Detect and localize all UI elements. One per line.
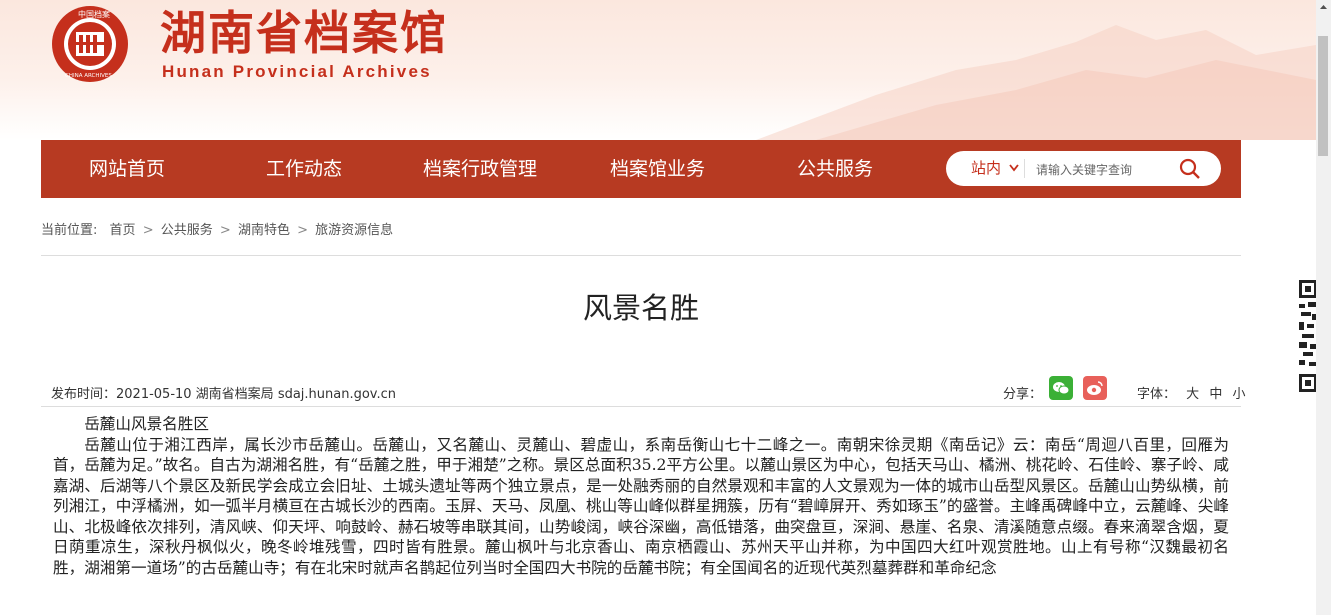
breadcrumb-separator: > xyxy=(297,223,308,238)
wechat-icon[interactable] xyxy=(1049,376,1073,400)
breadcrumb-hunan-features[interactable]: 湖南特色 xyxy=(238,223,290,238)
breadcrumb-home[interactable]: 首页 xyxy=(110,223,136,238)
font-size-large[interactable]: 大 xyxy=(1186,387,1199,402)
chevron-down-icon xyxy=(1009,164,1019,172)
font-size-small[interactable]: 小 xyxy=(1232,387,1245,402)
site-subtitle: Hunan Provincial Archives xyxy=(162,62,432,81)
nav-item-archive-admin[interactable]: 档案行政管理 xyxy=(423,140,537,198)
archives-logo[interactable]: 中国档案 CHINA ARCHIVES xyxy=(51,5,129,83)
font-size-label: 字体： xyxy=(1137,387,1177,402)
share-label: 分享： xyxy=(1003,387,1043,402)
breadcrumb-separator: > xyxy=(219,223,231,238)
site-title: 湖南省档案馆 xyxy=(160,6,448,60)
article-meta: 发布时间：2021-05-10 湖南省档案局 sdaj.hunan.gov.cn xyxy=(51,387,397,402)
divider xyxy=(41,255,1241,256)
search-divider xyxy=(1024,159,1025,178)
search-box: 站内 xyxy=(946,151,1221,186)
nav-item-work-news[interactable]: 工作动态 xyxy=(266,140,342,198)
nav-item-home[interactable]: 网站首页 xyxy=(89,140,165,198)
breadcrumb-prefix: 当前位置: xyxy=(41,223,98,238)
breadcrumb-tourism-info[interactable]: 旅游资源信息 xyxy=(315,223,393,238)
font-size-medium[interactable]: 中 xyxy=(1209,387,1222,402)
logo-ring-text: 中国档案 xyxy=(78,9,110,19)
qr-code-icon[interactable] xyxy=(1299,280,1317,392)
main-nav: 网站首页 工作动态 档案行政管理 档案馆业务 公共服务 站内 xyxy=(41,140,1241,198)
header-banner: 中国档案 CHINA ARCHIVES 湖南省档案馆 Hunan Provinc… xyxy=(0,0,1316,140)
breadcrumb-public-service[interactable]: 公共服务 xyxy=(161,223,213,238)
font-size-control: 字体： 大 中 小 xyxy=(1137,383,1245,402)
breadcrumb-separator: > xyxy=(142,223,154,238)
breadcrumb: 当前位置: 首页 > 公共服务 > 湖南特色 > 旅游资源信息 xyxy=(41,219,393,238)
nav-item-archive-business[interactable]: 档案馆业务 xyxy=(610,140,705,198)
search-scope-label: 站内 xyxy=(971,159,1002,177)
search-scope-select[interactable]: 站内 xyxy=(971,151,1019,186)
divider xyxy=(41,406,1241,407)
weibo-icon[interactable] xyxy=(1083,376,1107,400)
nav-item-public-service[interactable]: 公共服务 xyxy=(797,140,873,198)
article-heading: 岳麓山风景名胜区 xyxy=(84,415,209,433)
scroll-up-arrow-icon[interactable] xyxy=(1316,0,1331,15)
article-body: 岳麓山风景名胜区 岳麓山位于湘江西岸，属长沙市岳麓山。岳麓山，又名麓山、灵麓山、… xyxy=(53,414,1229,578)
mountain-decoration xyxy=(756,25,1316,140)
search-icon[interactable] xyxy=(1178,157,1202,181)
article-title: 风景名胜 xyxy=(582,291,699,325)
scrollbar-thumb[interactable] xyxy=(1318,36,1328,156)
logo-bottom-text: CHINA ARCHIVES xyxy=(65,73,112,79)
search-input[interactable] xyxy=(1034,157,1173,182)
article-paragraph: 岳麓山位于湘江西岸，属长沙市岳麓山。岳麓山，又名麓山、灵麓山、碧虚山，系南岳衡山… xyxy=(53,435,1229,577)
page-scrollbar[interactable] xyxy=(1316,0,1331,615)
